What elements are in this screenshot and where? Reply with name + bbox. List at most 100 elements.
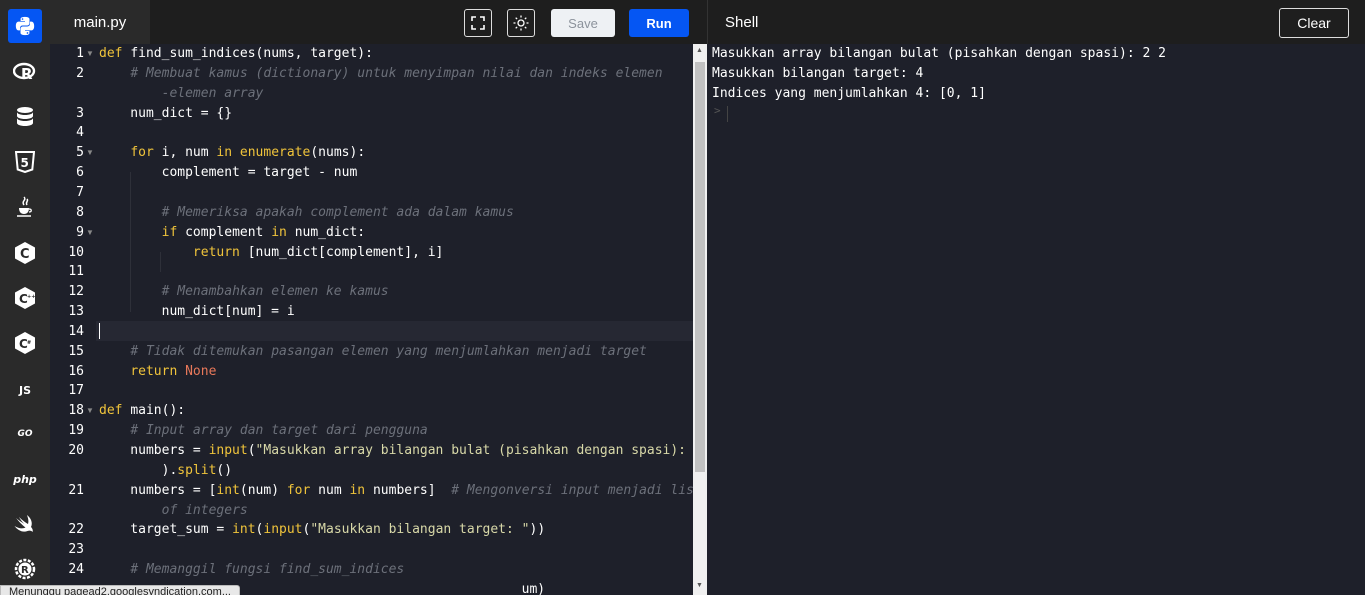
c-language-button[interactable]: C <box>8 236 42 270</box>
line-number: 21 <box>68 483 84 498</box>
fold-toggle-icon[interactable]: ▼ <box>86 143 94 163</box>
csharp-language-button[interactable]: C # <box>8 326 42 360</box>
code-line: numbers = input("Masukkan array bilangan… <box>99 441 693 461</box>
code-line: # Memanggil fungsi find_sum_indices <box>99 560 404 580</box>
shell-input-cursor[interactable] <box>727 106 728 122</box>
code-line: num_dict[num] = i <box>99 302 295 322</box>
line-number: 20 <box>68 443 84 458</box>
code-token: None <box>185 364 217 379</box>
text-cursor <box>99 323 100 339</box>
code-line: target_sum = int(input("Masukkan bilanga… <box>99 520 545 540</box>
code-line: # Membuat kamus (dictionary) untuk menyi… <box>99 64 663 84</box>
file-tab-main-py[interactable]: main.py <box>50 0 150 44</box>
c-label: C <box>20 247 30 262</box>
line-number: 8 <box>76 205 84 220</box>
browser-status-url: Menunggu pagead2.googlesyndication.com..… <box>0 585 240 595</box>
scroll-down-arrow-icon[interactable]: ▼ <box>696 582 703 589</box>
python-language-button[interactable] <box>8 9 42 43</box>
shell-prompt-icon: > <box>714 104 721 117</box>
line-number: 9 <box>76 225 84 240</box>
cpp-language-button[interactable]: C ++ <box>8 281 42 315</box>
code-editor[interactable]: 1 ▼ 2 3 4 5 ▼ 6 7 8 9 ▼ 10 11 12 13 14 15 16 17 18 ▼ 19 20 21 22 2… <box>50 44 693 595</box>
code-token: in <box>271 225 295 240</box>
line-number: 17 <box>68 383 84 398</box>
code-token: [num_dict[complement], i] <box>247 245 444 260</box>
line-number: 11 <box>68 264 84 279</box>
code-token: numbers = [ <box>99 483 217 498</box>
code-token: def <box>99 403 131 418</box>
line-number: 19 <box>68 423 84 438</box>
sun-icon <box>513 15 529 31</box>
line-number: 22 <box>68 522 84 537</box>
svg-text:R: R <box>21 65 33 83</box>
run-button[interactable]: Run <box>629 9 689 37</box>
shell-title: Shell <box>725 14 759 31</box>
theme-toggle-button[interactable] <box>507 9 535 37</box>
fold-toggle-icon[interactable]: ▼ <box>86 223 94 243</box>
go-language-button[interactable]: GO <box>8 417 42 451</box>
shell-output-panel[interactable]: Masukkan array bilangan bulat (pisahkan … <box>707 44 1365 595</box>
scroll-up-arrow-icon[interactable]: ▲ <box>696 47 703 54</box>
code-token: num_dict[num] = i <box>99 304 295 319</box>
scroll-thumb[interactable] <box>695 62 705 472</box>
code-line: numbers = [int(num) for num in numbers] … <box>99 481 693 501</box>
code-token: target_sum = <box>99 522 233 537</box>
php-language-button[interactable]: php <box>8 462 42 496</box>
r-language-button[interactable]: R <box>8 55 42 89</box>
fold-toggle-icon[interactable]: ▼ <box>86 401 94 421</box>
code-token: input <box>263 522 303 537</box>
code-token: # Memeriksa apakah complement ada dalam … <box>161 205 514 220</box>
sql-language-button[interactable] <box>8 100 42 134</box>
code-token: num <box>318 483 350 498</box>
csharp-icon: C # <box>15 332 35 354</box>
code-line: return [num_dict[complement], i] <box>99 243 443 263</box>
fullscreen-button[interactable] <box>464 9 492 37</box>
code-token: return <box>130 364 186 379</box>
database-icon <box>17 107 33 126</box>
code-line: def main(): <box>99 401 185 421</box>
line-number: 4 <box>76 125 84 140</box>
line-number: 24 <box>68 562 84 577</box>
shell-header: Shell Clear <box>707 0 1365 44</box>
code-token: main(): <box>130 403 186 418</box>
line-number: 7 <box>76 185 84 200</box>
code-token: # Tidak ditemukan pasangan elemen yang m… <box>130 344 647 359</box>
code-token: # Memanggil fungsi find_sum_indices <box>130 562 405 577</box>
swift-language-button[interactable] <box>8 507 42 541</box>
save-button[interactable]: Save <box>551 9 615 37</box>
editor-scrollbar[interactable]: ▲ ▼ <box>693 44 707 595</box>
java-language-button[interactable] <box>8 190 42 224</box>
line-number: 12 <box>68 284 84 299</box>
code-token: of integers <box>161 503 248 518</box>
code-token: )) <box>529 522 546 537</box>
editor-header: main.py Save Run <box>50 0 707 44</box>
html-language-button[interactable]: 5 <box>8 145 42 179</box>
code-token: (nums): <box>310 145 366 160</box>
code-line: -elemen array <box>99 84 264 104</box>
code-token: ). <box>99 463 178 478</box>
rust-language-button[interactable]: R <box>8 552 42 586</box>
code-token: # Input array dan target dari pengguna <box>130 423 428 438</box>
html5-label: 5 <box>21 156 29 170</box>
fold-toggle-icon[interactable]: ▼ <box>86 44 94 64</box>
language-sidebar: R 5 C C ++ C # JS GO php R <box>0 0 50 595</box>
code-line: # Memeriksa apakah complement ada dalam … <box>99 203 514 223</box>
code-token: input <box>208 443 248 458</box>
code-line: def find_sum_indices(nums, target): <box>99 44 373 64</box>
line-number: 16 <box>68 364 84 379</box>
code-line: return None <box>99 362 216 382</box>
code-token: # Membuat kamus (dictionary) untuk menyi… <box>130 66 663 81</box>
code-token: return <box>192 245 248 260</box>
clear-button[interactable]: Clear <box>1279 8 1349 38</box>
javascript-language-button[interactable]: JS <box>8 373 42 407</box>
line-number-gutter: 1 ▼ 2 3 4 5 ▼ 6 7 8 9 ▼ 10 11 12 13 14 15 16 17 18 ▼ 19 20 21 22 2… <box>50 44 96 595</box>
